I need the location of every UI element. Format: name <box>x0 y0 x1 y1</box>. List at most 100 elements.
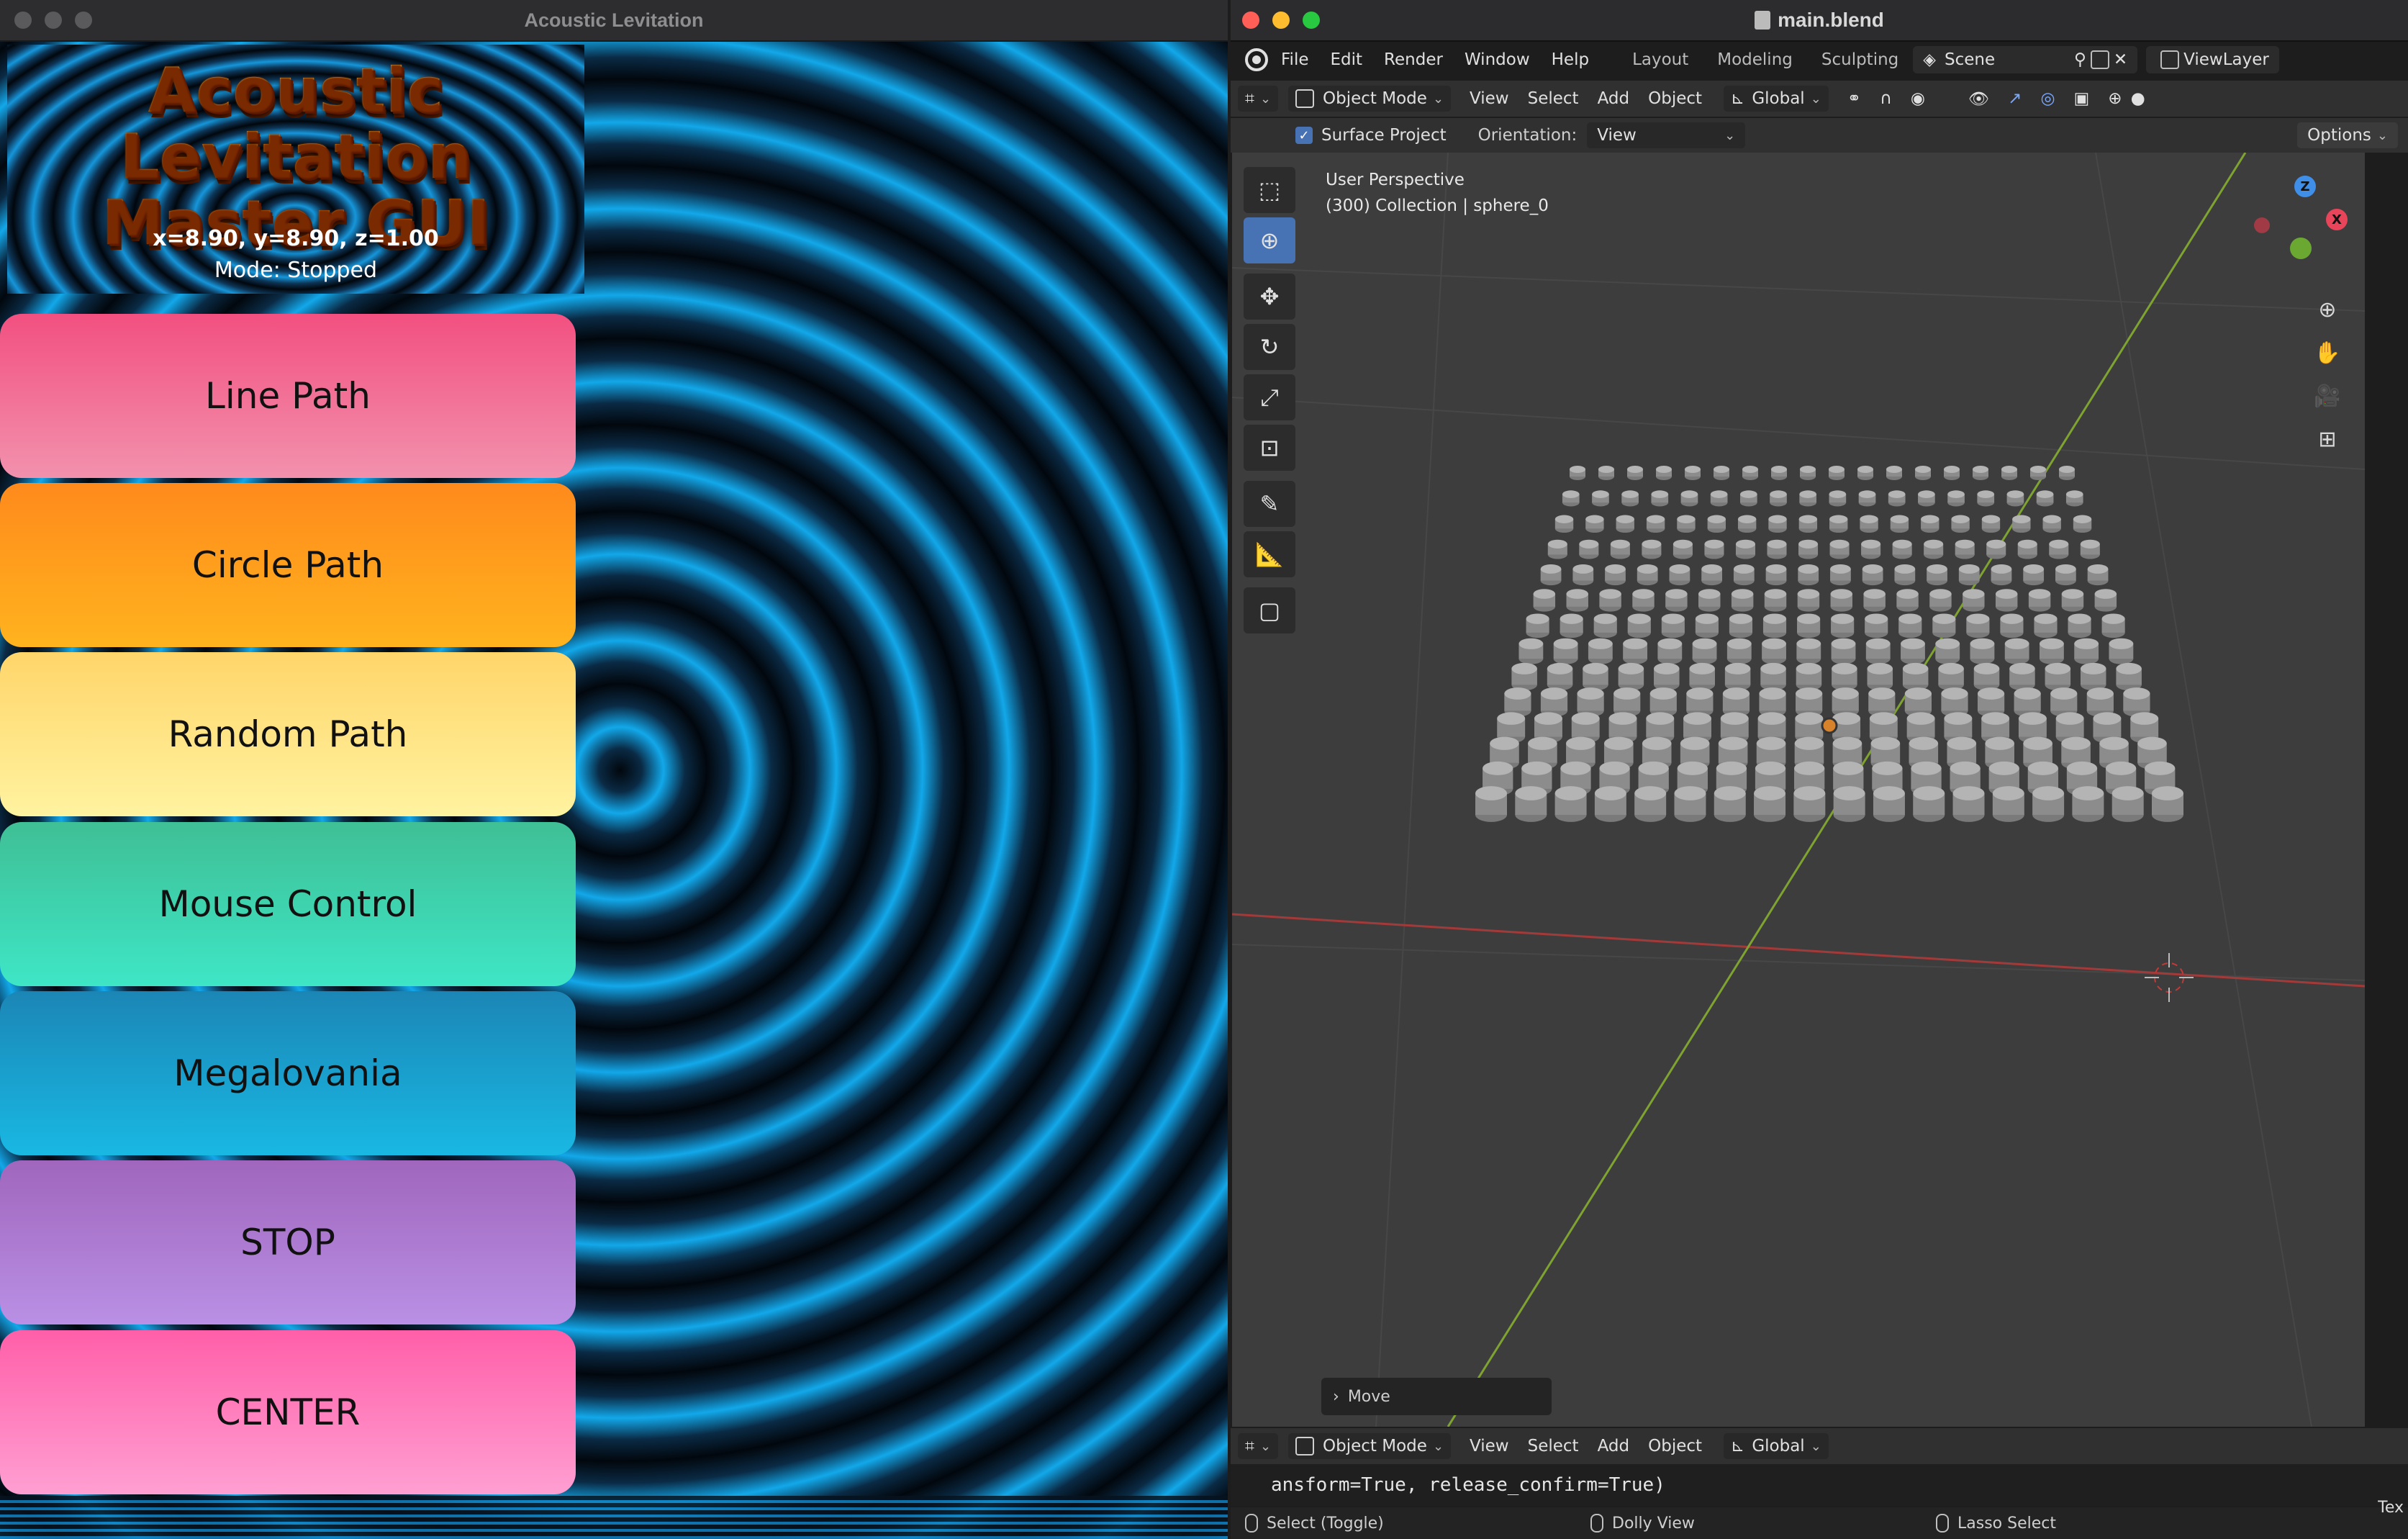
cylinder[interactable] <box>1673 539 1693 559</box>
cylinder[interactable] <box>1796 662 1822 691</box>
random-path-button[interactable]: Random Path <box>0 652 576 816</box>
tab-sculpting[interactable]: Sculpting <box>1821 50 1898 69</box>
cylinder[interactable] <box>1830 564 1851 586</box>
cylinder[interactable] <box>1724 662 1751 691</box>
gizmo-neg-x-axis[interactable] <box>2254 217 2270 233</box>
cylinder[interactable] <box>1526 613 1549 638</box>
cylinder[interactable] <box>2012 515 2031 533</box>
cylinder[interactable] <box>1593 613 1617 638</box>
cylinder[interactable] <box>2061 589 2084 612</box>
cylinder[interactable] <box>1995 589 2018 612</box>
console-menu-add[interactable]: Add <box>1598 1437 1630 1455</box>
cylinder[interactable] <box>1592 490 1609 507</box>
cylinder[interactable] <box>1598 466 1614 480</box>
cylinder[interactable] <box>1760 662 1786 691</box>
cylinder[interactable] <box>1680 490 1698 507</box>
cylinder[interactable] <box>1951 515 1970 533</box>
new-scene-icon[interactable] <box>2090 50 2109 69</box>
scene-selector[interactable]: ◈ Scene ⚲ ✕ <box>1913 46 2138 73</box>
cylinder[interactable] <box>2000 613 2024 638</box>
cylinder[interactable] <box>2065 490 2083 507</box>
cylinder[interactable] <box>1511 662 1537 691</box>
cylinder[interactable] <box>1547 662 1573 691</box>
cylinder[interactable] <box>2042 515 2061 533</box>
snap-icon[interactable]: ∩ <box>1880 89 1892 108</box>
navigation-gizmo[interactable]: Z X <box>2250 174 2358 275</box>
cylinder[interactable] <box>1729 613 1753 638</box>
cylinder[interactable] <box>1771 466 1787 480</box>
light-object[interactable] <box>1821 717 1838 734</box>
cylinder[interactable] <box>1698 589 1721 612</box>
cylinder[interactable] <box>2055 564 2076 586</box>
cylinder[interactable] <box>1674 786 1706 822</box>
menu-edit[interactable]: Edit <box>1331 50 1363 69</box>
cylinder[interactable] <box>1707 515 1726 533</box>
cylinder[interactable] <box>1765 564 1787 586</box>
measure-tool-icon[interactable]: 📐 <box>1244 531 1295 577</box>
3d-cursor[interactable] <box>2145 953 2194 1002</box>
cylinder[interactable] <box>1977 490 1995 507</box>
cylinder[interactable] <box>1762 613 1787 638</box>
console-menu-object[interactable]: Object <box>1648 1437 1702 1455</box>
cylinder[interactable] <box>1594 786 1626 822</box>
cylinder[interactable] <box>2074 638 2099 664</box>
cylinder[interactable] <box>1554 786 1587 822</box>
cylinder[interactable] <box>1798 539 1819 559</box>
cylinder[interactable] <box>2049 539 2069 559</box>
cylinder[interactable] <box>1585 515 1604 533</box>
cylinder[interactable] <box>1858 490 1876 507</box>
cylinder[interactable] <box>2087 564 2109 586</box>
cylinder[interactable] <box>2116 662 2142 691</box>
cylinder[interactable] <box>1553 638 1578 664</box>
cylinder[interactable] <box>1533 589 1556 612</box>
cylinder[interactable] <box>1927 564 1947 586</box>
select-box-tool-icon[interactable]: ⬚ <box>1244 167 1295 213</box>
cylinder[interactable] <box>1714 466 1729 480</box>
cylinder[interactable] <box>2009 662 2035 691</box>
cylinder[interactable] <box>1657 638 1683 664</box>
cylinder[interactable] <box>2001 466 2017 480</box>
cylinder[interactable] <box>1798 515 1818 533</box>
cylinder[interactable] <box>1572 564 1594 586</box>
cylinder[interactable] <box>1654 662 1680 691</box>
cylinder[interactable] <box>1762 638 1786 664</box>
cylinder[interactable] <box>1618 662 1644 691</box>
annotate-tool-icon[interactable]: ✎ <box>1244 481 1295 527</box>
cylinder[interactable] <box>1924 539 1944 559</box>
cylinder[interactable] <box>1634 786 1667 822</box>
cylinder[interactable] <box>1873 786 1905 822</box>
cylinder[interactable] <box>1695 613 1719 638</box>
gizmo-x-axis[interactable]: X <box>2326 209 2348 230</box>
cylinder[interactable] <box>1642 539 1662 559</box>
cylinder[interactable] <box>1861 539 1881 559</box>
cylinder[interactable] <box>1661 613 1685 638</box>
cylinder[interactable] <box>2152 786 2183 822</box>
cylinder[interactable] <box>1938 662 1964 691</box>
cylinder[interactable] <box>1599 589 1621 612</box>
console-object-mode-select[interactable]: Object Mode ⌄ <box>1288 1433 1452 1459</box>
cylinder[interactable] <box>1833 786 1865 822</box>
cylinder[interactable] <box>1570 466 1585 480</box>
cylinder[interactable] <box>1958 564 1980 586</box>
cylinder[interactable] <box>1742 466 1758 480</box>
cylinder[interactable] <box>2036 490 2054 507</box>
cylinder[interactable] <box>1932 613 1956 638</box>
cylinder[interactable] <box>1577 687 1604 717</box>
cylinder[interactable] <box>1515 786 1547 822</box>
cylinder[interactable] <box>1560 613 1583 638</box>
cylinder[interactable] <box>1829 466 1845 480</box>
cylinder[interactable] <box>1831 638 1856 664</box>
shading-solid-icon[interactable]: ● <box>2131 89 2145 108</box>
cylinder[interactable] <box>1613 687 1641 717</box>
menu-help[interactable]: Help <box>1552 50 1589 69</box>
cylinder[interactable] <box>1898 613 1922 638</box>
cylinder[interactable] <box>1677 515 1696 533</box>
cylinder[interactable] <box>2109 638 2134 664</box>
cylinder[interactable] <box>1579 539 1599 559</box>
cylinder[interactable] <box>1901 638 1925 664</box>
cylinder[interactable] <box>1540 687 1568 717</box>
tab-layout[interactable]: Layout <box>1632 50 1688 69</box>
cylinder[interactable] <box>1915 466 1931 480</box>
scene-name[interactable]: Scene <box>1945 50 2074 69</box>
cylinder[interactable] <box>2073 515 2092 533</box>
